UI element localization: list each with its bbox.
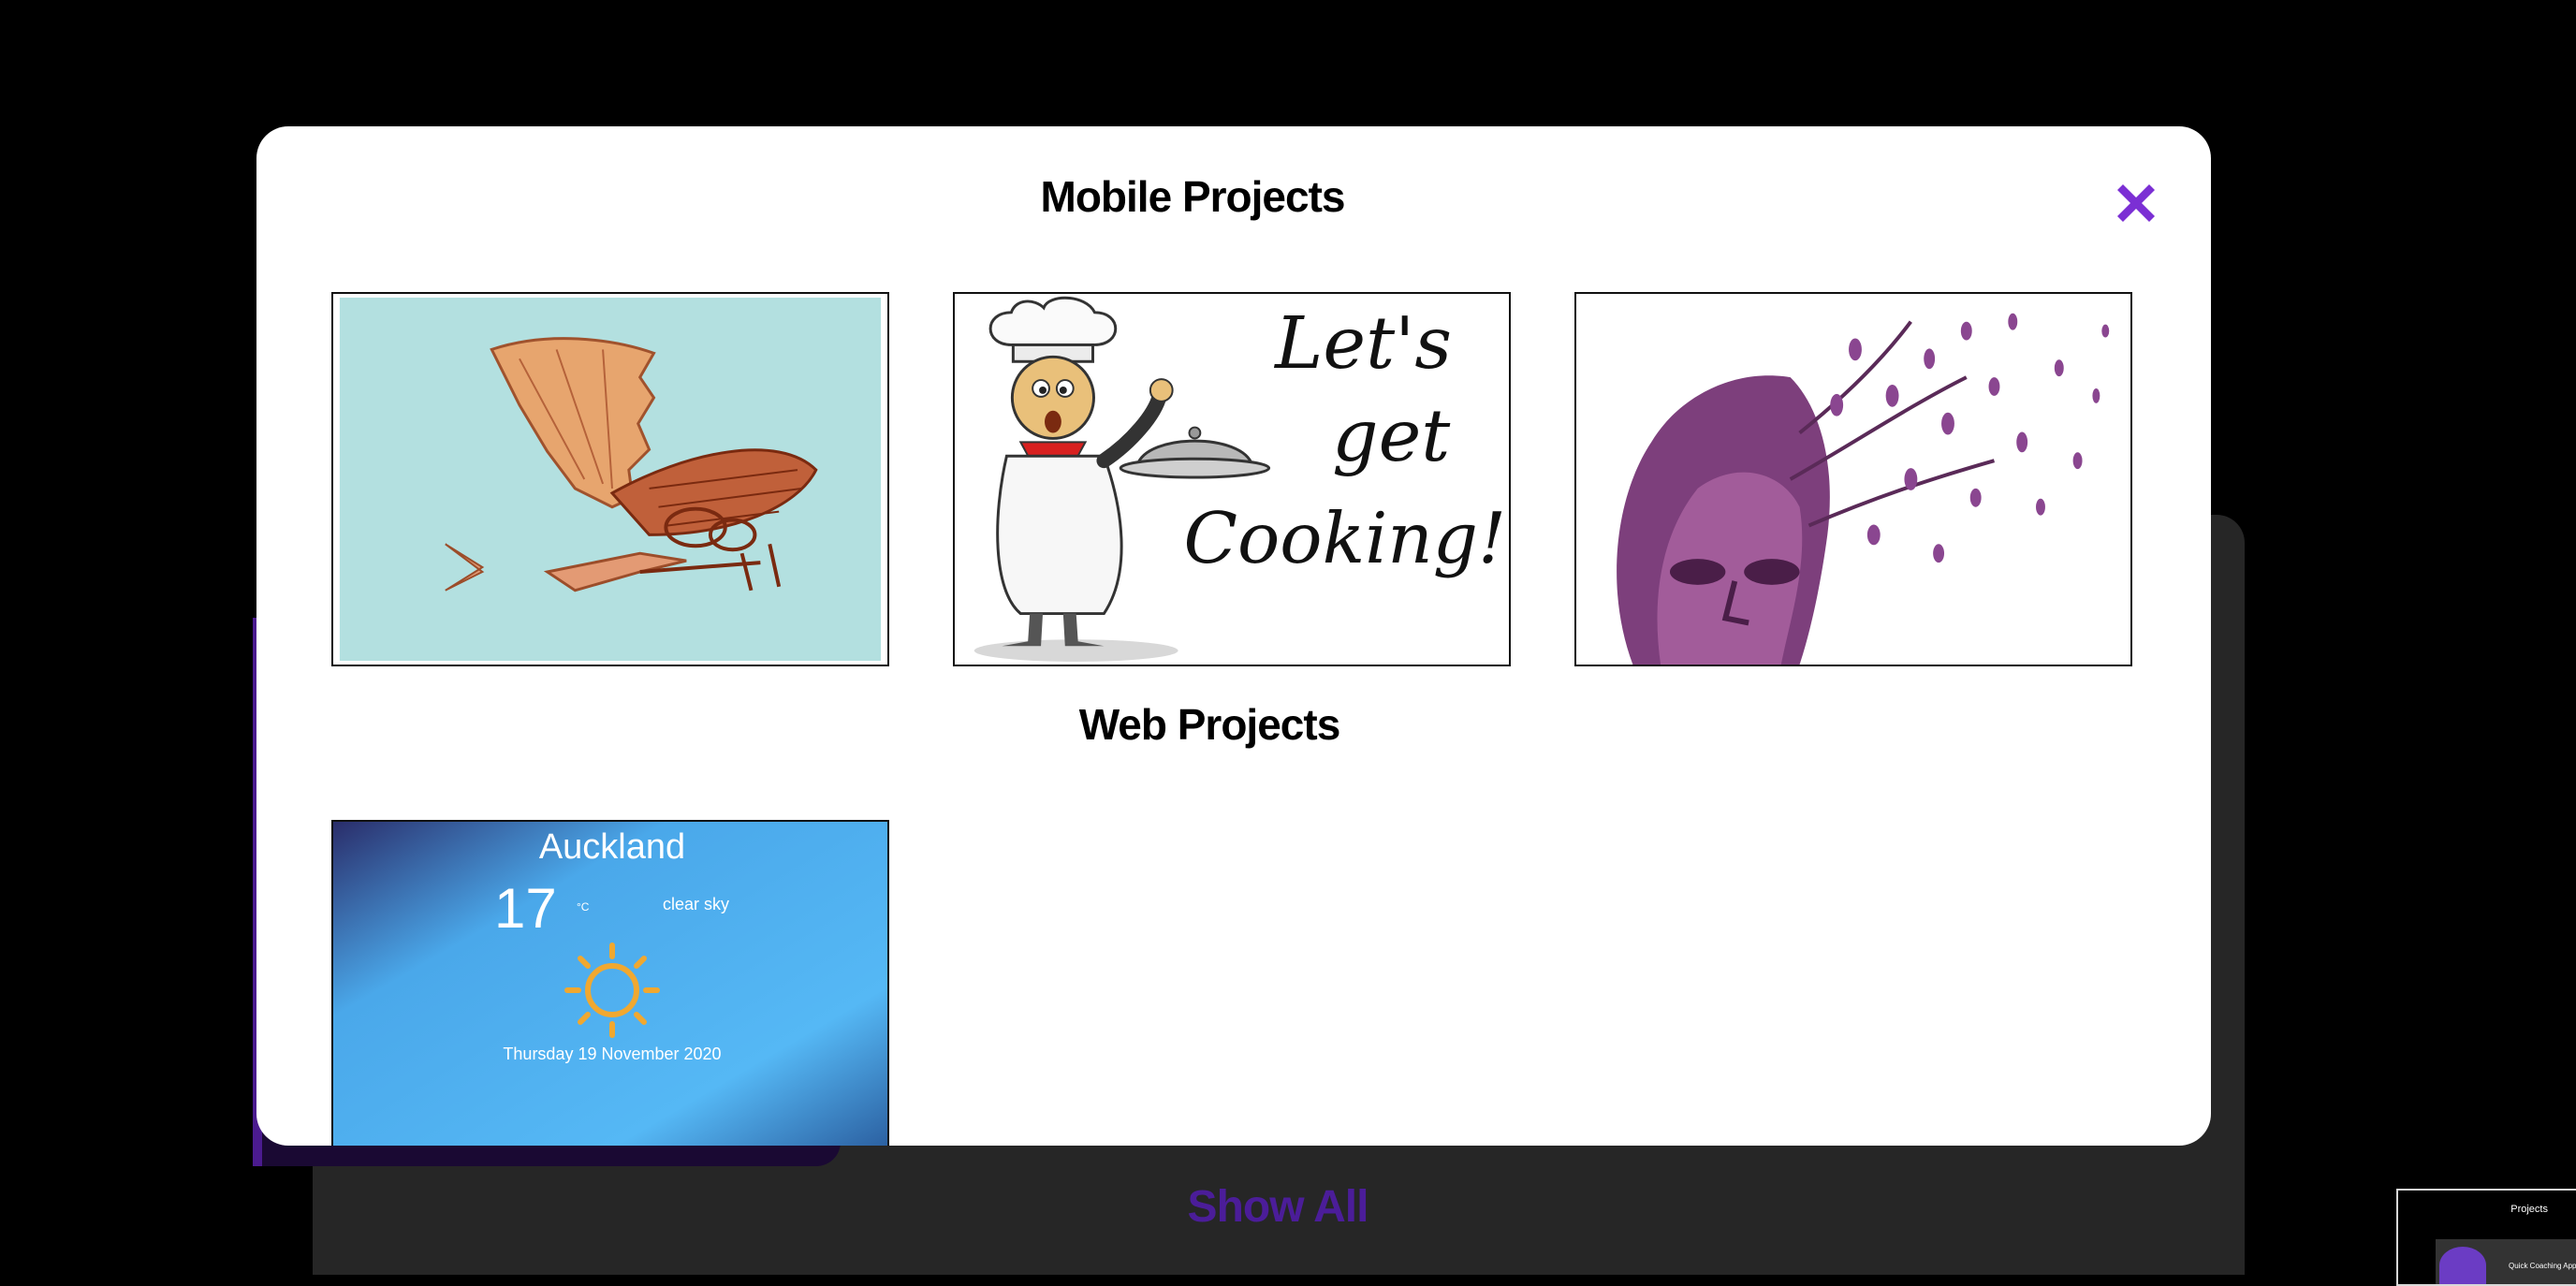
weather-description: clear sky — [663, 895, 730, 913]
chef-cooking-image: Let's get Cooking! — [955, 294, 1509, 665]
web-projects-heading: Web Projects — [1078, 700, 1341, 749]
weather-date: Thursday 19 November 2020 — [503, 1045, 722, 1063]
weather-temperature: 17 — [494, 877, 557, 940]
svg-text:Let's: Let's — [1273, 301, 1452, 386]
leaf-face-image — [1576, 294, 2130, 665]
svg-text:get: get — [1332, 394, 1451, 478]
page-preview-thumbnail[interactable]: Projects Quick Coaching App — [2396, 1189, 2576, 1286]
projects-modal: Mobile Projects Let's get Cooking! Web P… — [256, 126, 2211, 1146]
weather-unit: °C — [577, 900, 590, 913]
project-card-leaf-face[interactable] — [1574, 292, 2132, 666]
project-card-flying-machine[interactable] — [331, 292, 889, 666]
weather-city: Auckland — [538, 827, 686, 867]
preview-caption: Quick Coaching App — [2509, 1262, 2576, 1270]
project-card-weather-app[interactable]: Auckland 17 °C clear sky Thursday 19 Nov… — [331, 820, 889, 1146]
preview-title: Projects — [2510, 1204, 2548, 1215]
modal-title: Mobile Projects — [1040, 172, 1346, 221]
svg-text:Cooking!: Cooking! — [1183, 497, 1506, 579]
weather-app-background — [333, 822, 887, 1146]
show-all-button[interactable]: Show All — [1095, 1181, 1460, 1233]
preview-avatar — [2439, 1247, 2486, 1284]
flying-machine-image — [339, 297, 882, 662]
project-card-cooking[interactable]: Let's get Cooking! — [953, 292, 1511, 666]
close-x-icon[interactable] — [2110, 177, 2162, 229]
